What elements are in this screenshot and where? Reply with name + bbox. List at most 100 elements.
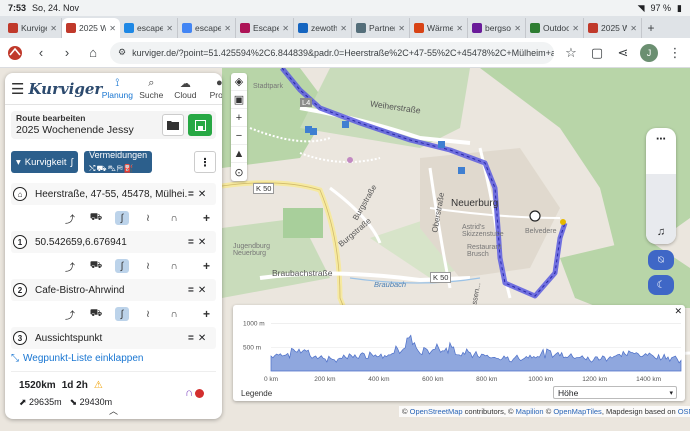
segment-mode-icon[interactable]: ≀	[141, 259, 155, 273]
segment-mode-icon[interactable]: ⛟	[89, 211, 103, 225]
mapilion-link[interactable]: Mapilion	[516, 407, 544, 416]
tab-close-icon[interactable]: ✕	[282, 24, 289, 33]
drag-handle-icon[interactable]: =	[188, 285, 194, 296]
magnet-indicator[interactable]: ∩	[185, 387, 204, 399]
close-profile-icon[interactable]: ✕	[674, 306, 682, 317]
site-info-icon[interactable]: ⚙	[118, 47, 126, 58]
browser-tab[interactable]: 2025 W ✕	[62, 18, 120, 38]
waypoint-marker-icon[interactable]: 2	[13, 283, 27, 297]
browser-tab[interactable]: Outdoorb✕	[526, 18, 584, 38]
browser-tab[interactable]: zewotherr✕	[294, 18, 352, 38]
legend-label[interactable]: Legende	[241, 389, 272, 398]
waypoint-row[interactable]: ⌂ Heerstraße, 47-55, 45478, Mülhei... = ✕	[11, 183, 216, 205]
tab-close-icon[interactable]: ✕	[224, 24, 231, 33]
locate-icon[interactable]: ⊙	[231, 163, 247, 181]
osm-link[interactable]: OpenStreetMap	[410, 407, 463, 416]
tab-close-icon[interactable]: ✕	[572, 24, 579, 33]
fullscreen-icon[interactable]: ▣	[231, 91, 247, 109]
tabs-icon[interactable]: ▢	[588, 44, 606, 62]
segment-mode-icon[interactable]: ∩	[167, 211, 181, 225]
url-field[interactable]: ⚙ kurviger.de/?point=51.425594%2C6.84483…	[110, 41, 554, 64]
tab-close-icon[interactable]: ✕	[398, 24, 405, 33]
tab-close-icon[interactable]: ✕	[514, 24, 521, 33]
openmaptiles-link[interactable]: OpenMapTiles	[553, 407, 602, 416]
osm-liberty-link[interactable]: OSM Liberty	[678, 407, 690, 416]
segment-mode-icon[interactable]: ⛟	[89, 259, 103, 273]
browser-tab[interactable]: Wärmepu✕	[410, 18, 468, 38]
drag-handle-icon[interactable]: =	[188, 333, 194, 344]
remove-waypoint-icon[interactable]: ✕	[198, 237, 206, 248]
segment-mode-icon[interactable]: ⛟	[89, 307, 103, 321]
insert-waypoint-button[interactable]: +	[203, 307, 210, 321]
segment-mode-icon[interactable]: ∩	[167, 307, 181, 321]
remove-waypoint-icon[interactable]: ✕	[198, 285, 206, 296]
menu-dots-icon[interactable]: ⋮	[666, 44, 684, 62]
open-folder-button[interactable]	[162, 114, 184, 136]
volume-slider[interactable]: ⋯ ♫	[646, 128, 676, 244]
browser-tab[interactable]: Partner Pe✕	[352, 18, 410, 38]
waypoint-marker-icon[interactable]: ⌂	[13, 187, 27, 201]
waypoint-label[interactable]: Aussichtspunkt	[35, 333, 188, 344]
share-icon[interactable]: ⋖	[614, 44, 632, 62]
segment-mode-icon[interactable]: ≀	[141, 211, 155, 225]
nav-planung[interactable]: ⟟ Planung	[102, 77, 133, 100]
collapse-waypoints-link[interactable]: ⤡ Wegpunkt-Liste einklappen	[11, 351, 216, 365]
tab-close-icon[interactable]: ✕	[109, 24, 116, 33]
waypoint-label[interactable]: Cafe-Bistro-Ahrwind	[35, 285, 188, 296]
nav-cloud[interactable]: ☁ Cloud	[170, 77, 200, 100]
zoom-in-button[interactable]: +	[231, 109, 247, 127]
waypoint-marker-icon[interactable]: 1	[13, 235, 27, 249]
curviness-button[interactable]: ▾ Kurvigkeit ∫	[11, 151, 79, 173]
volume-menu-icon[interactable]: ⋯	[646, 134, 676, 145]
zoom-out-button[interactable]: −	[231, 127, 247, 145]
dark-mode-button[interactable]: ☾	[648, 275, 674, 295]
browser-tab[interactable]: Kurviger F✕	[4, 18, 62, 38]
site-logo-icon[interactable]	[6, 44, 24, 62]
bookmark-star-icon[interactable]: ☆	[562, 44, 580, 62]
segment-mode-icon[interactable]: ∩	[167, 259, 181, 273]
nav-profil[interactable]: ●Profil	[204, 77, 222, 100]
browser-tab[interactable]: bergson -✕	[468, 18, 526, 38]
segment-mode-icon[interactable]: ≀	[141, 307, 155, 321]
browser-tab[interactable]: escape r✕	[120, 18, 178, 38]
segment-mode-icon[interactable]: ∫	[115, 307, 129, 321]
waypoint-label[interactable]: 50.542659,6.676941	[35, 237, 188, 248]
tab-close-icon[interactable]: ✕	[456, 24, 463, 33]
segment-mode-icon[interactable]: ⤴	[63, 211, 77, 226]
waypoint-row[interactable]: 1 50.542659,6.676941 = ✕	[11, 231, 216, 253]
segment-mode-icon[interactable]: ∫	[115, 211, 129, 225]
elevation-profile[interactable]: 1000 m 500 m 0 km 200 km 400 km 600 km 800 km 1…	[233, 305, 685, 401]
save-button[interactable]	[188, 114, 212, 136]
remove-waypoint-icon[interactable]: ✕	[198, 189, 206, 200]
browser-tab[interactable]: Escape Ro✕	[236, 18, 294, 38]
profile-avatar[interactable]: J	[640, 43, 658, 62]
browser-tab[interactable]: 2025 Wo✕	[584, 18, 642, 38]
layers-icon[interactable]: ◈	[231, 73, 247, 91]
tab-close-icon[interactable]: ✕	[166, 24, 173, 33]
waypoint-label[interactable]: Heerstraße, 47-55, 45478, Mülhei...	[35, 189, 188, 200]
home-icon[interactable]: ⌂	[84, 44, 102, 62]
waypoint-row[interactable]: 2 Cafe-Bistro-Ahrwind = ✕	[11, 279, 216, 301]
segment-mode-icon[interactable]: ∫	[115, 259, 129, 273]
tab-close-icon[interactable]: ✕	[630, 24, 637, 33]
new-tab-button[interactable]: +	[642, 18, 660, 38]
forward-icon[interactable]: ›	[58, 44, 76, 62]
remove-waypoint-icon[interactable]: ✕	[198, 333, 206, 344]
expand-chevron-icon[interactable]: ︿	[5, 404, 222, 417]
drag-handle-icon[interactable]: =	[188, 189, 194, 200]
waypoint-row[interactable]: 3 Aussichtspunkt = ✕	[11, 327, 216, 349]
drag-handle-icon[interactable]: =	[188, 237, 194, 248]
avoidances-button[interactable]: Vermeidungen ⤭⛟⛍⛿⛽	[84, 151, 153, 173]
more-options-button[interactable]: ⋮	[194, 151, 216, 173]
hamburger-icon[interactable]: ☰	[11, 80, 24, 98]
warning-icon[interactable]: ⚠	[94, 380, 103, 391]
tab-close-icon[interactable]: ✕	[340, 24, 347, 33]
waypoint-marker-icon[interactable]: 3	[13, 331, 27, 345]
segment-mode-icon[interactable]: ⤴	[63, 259, 77, 274]
tab-close-icon[interactable]: ✕	[50, 24, 57, 33]
segment-mode-icon[interactable]: ⤴	[63, 307, 77, 322]
profile-metric-select[interactable]: Höhe ▾	[553, 386, 677, 399]
silent-mode-button[interactable]: ⍉	[648, 250, 674, 270]
back-icon[interactable]: ‹	[32, 44, 50, 62]
insert-waypoint-button[interactable]: +	[203, 211, 210, 225]
